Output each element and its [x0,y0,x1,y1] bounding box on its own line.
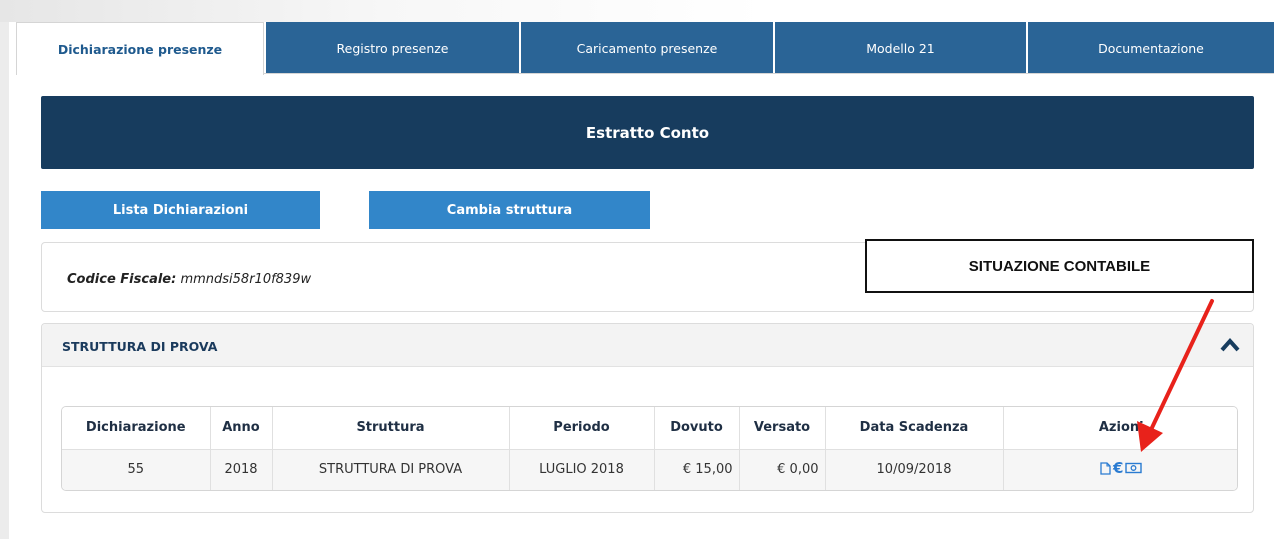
page-top-edge [0,0,1278,22]
cell-azioni: € [1003,448,1237,490]
cell-periodo: LUGLIO 2018 [509,448,655,490]
main-tabs: Dichiarazione presenze Registro presenze… [16,22,1274,75]
column-header: Struttura [272,407,510,449]
chevron-up-icon[interactable] [1219,336,1241,354]
banknote-icon[interactable] [1125,462,1143,474]
column-header: Versato [739,407,826,449]
cell-dichiarazione: 55 [62,448,211,490]
cambia-struttura-button[interactable]: Cambia struttura [369,191,650,229]
column-header: Periodo [509,407,655,449]
tab-dichiarazione-presenze[interactable]: Dichiarazione presenze [16,22,264,75]
cell-data-scadenza: 10/09/2018 [825,448,1004,490]
structure-panel: STRUTTURA DI PROVA Dichiarazione Anno St… [41,323,1254,513]
lista-dichiarazioni-button[interactable]: Lista Dichiarazioni [41,191,320,229]
column-header: Dichiarazione [62,407,211,449]
cell-dovuto: € 15,00 [654,448,740,490]
column-header: Azioni [1003,407,1237,449]
structure-panel-header[interactable]: STRUTTURA DI PROVA [42,324,1253,367]
tab-modello-21[interactable]: Modello 21 [775,22,1026,74]
structure-title: STRUTTURA DI PROVA [62,339,218,354]
fiscal-code-label: Codice Fiscale: [67,272,177,287]
page-title: Estratto Conto [585,123,710,142]
cell-anno: 2018 [210,448,273,490]
euro-icon[interactable]: € [1113,460,1123,476]
annotation-box: SITUAZIONE CONTABILE [865,239,1254,293]
column-header: Data Scadenza [825,407,1004,449]
dichiarazioni-table: Dichiarazione Anno Struttura Periodo Dov… [61,406,1238,491]
fiscal-code: Codice Fiscale: mmndsi58r10f839w [67,272,311,287]
column-header: Anno [210,407,273,449]
document-icon[interactable] [1100,462,1111,475]
table-header-row: Dichiarazione Anno Struttura Periodo Dov… [62,407,1237,449]
table-row: 55 2018 STRUTTURA DI PROVA LUGLIO 2018 €… [62,448,1237,490]
annotation-label: SITUAZIONE CONTABILE [968,258,1151,275]
column-header: Dovuto [654,407,740,449]
page-left-edge [0,0,9,539]
fiscal-code-value: mmndsi58r10f839w [180,272,312,287]
row-actions: € [1100,460,1143,476]
cell-struttura: STRUTTURA DI PROVA [272,448,510,490]
cell-versato: € 0,00 [739,448,826,490]
page-title-banner: Estratto Conto [41,96,1254,169]
tabs-divider [264,73,1274,74]
tab-documentazione[interactable]: Documentazione [1028,22,1274,74]
tab-caricamento-presenze[interactable]: Caricamento presenze [521,22,773,74]
tab-registro-presenze[interactable]: Registro presenze [266,22,519,74]
